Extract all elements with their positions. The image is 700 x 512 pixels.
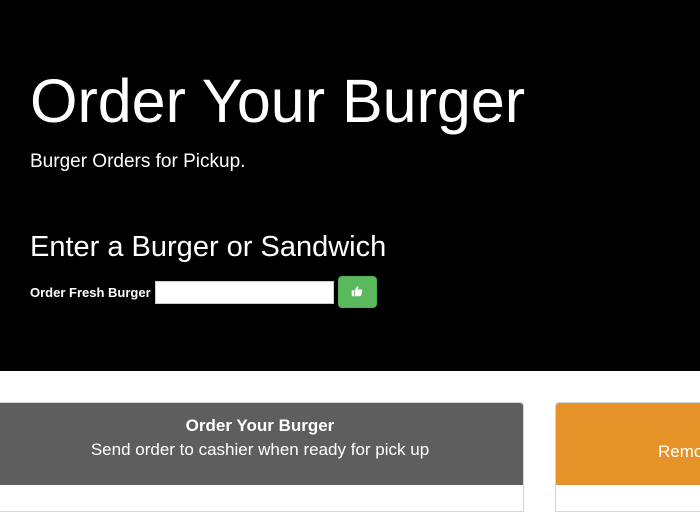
order-panel-subtitle: Send order to cashier when ready for pic… [90,440,430,459]
thumbs-up-icon [351,285,363,300]
hero-banner: Order Your Burger Burger Orders for Pick… [0,0,700,371]
form-heading: Enter a Burger or Sandwich [30,231,387,263]
burger-name-input[interactable] [154,280,334,304]
removed-panel: Remo [555,402,700,512]
submit-order-button[interactable] [337,276,377,308]
order-panel-header: Order Your Burger Send order to cashier … [0,403,523,485]
page-subtitle: Burger Orders for Pickup. [30,151,246,172]
order-input-label: Order Fresh Burger [30,284,151,300]
removed-panel-subtitle: Remo [658,442,700,461]
page-title: Order Your Burger [30,67,526,135]
order-panel: Order Your Burger Send order to cashier … [0,402,524,512]
removed-panel-header: Remo [556,403,700,485]
order-form: Order Fresh Burger [30,276,377,308]
order-panel-title: Order Your Burger [185,416,335,435]
